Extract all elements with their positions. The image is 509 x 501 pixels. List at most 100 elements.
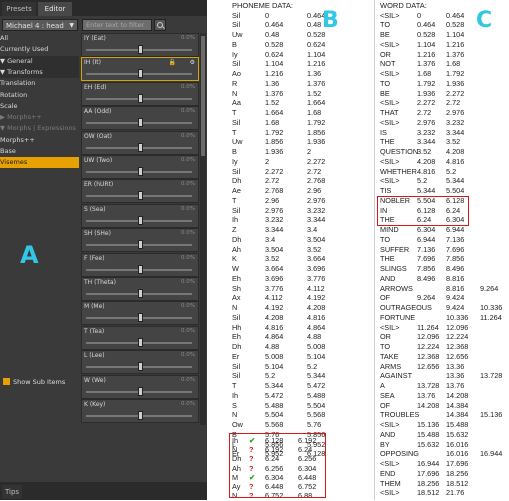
morph-slider[interactable]: AA (Odd) 0.0%	[81, 106, 199, 131]
gear-icon[interactable]: ⚙	[190, 59, 195, 66]
word-text: FORTUNE	[380, 312, 416, 322]
word-text: OF	[380, 293, 391, 303]
phoneme-row: Uw 1.856 1.936	[232, 137, 372, 147]
tab-tips[interactable]: Tips	[2, 485, 22, 499]
tab-presets[interactable]: Presets	[2, 2, 36, 16]
word-end: 9.424	[446, 293, 465, 303]
morph-value: 0.0%	[181, 108, 195, 115]
word-row: IS 3.232 3.344	[380, 128, 508, 138]
word-text: <SIL>	[380, 69, 400, 78]
filter-input[interactable]: Enter text to filter by	[82, 19, 152, 40]
morph-slider[interactable]: T (Tea) 0.0%	[81, 325, 199, 350]
slider-knob[interactable]	[138, 337, 143, 347]
slider-knob[interactable]	[138, 93, 143, 103]
morph-slider[interactable]: EH (Ed) 0.0%	[81, 81, 199, 106]
word-start: 3.52	[417, 147, 432, 156]
slider-knob[interactable]	[138, 142, 143, 152]
phoneme-start: 3.344	[265, 225, 284, 234]
morph-slider[interactable]: ER (hURt) 0.0%	[81, 179, 199, 204]
word-end: 14.208	[446, 390, 469, 400]
phoneme-code: Hh	[232, 322, 242, 332]
morph-slider[interactable]: OW (Oat) 0.0%	[81, 130, 199, 155]
word-text: SLINGS	[380, 264, 407, 273]
category-item[interactable]: Rotation	[0, 90, 79, 101]
slider-knob[interactable]	[138, 118, 143, 128]
category-item[interactable]: Translation	[0, 78, 79, 89]
show-sub-items-checkbox[interactable]: Show Sub Items	[3, 378, 65, 386]
search-icon[interactable]	[154, 19, 166, 31]
morph-slider[interactable]: S (Sea) 0.0%	[81, 203, 199, 228]
morph-label: ER (hURt)	[84, 181, 114, 189]
morph-slider[interactable]: W (We) 0.0%	[81, 374, 199, 399]
category-item[interactable]: ▶ Morphs++	[0, 112, 79, 123]
category-item[interactable]: ▼ General	[0, 55, 79, 67]
morph-slider[interactable]: L (Lee) 0.0%	[81, 350, 199, 375]
word-start: 1.216	[417, 49, 436, 59]
slider-knob[interactable]	[138, 45, 143, 54]
slider-knob[interactable]	[138, 362, 143, 372]
word-text: TO	[380, 78, 391, 88]
phoneme-end: 1.936	[307, 137, 326, 147]
phoneme-end: 1.376	[307, 78, 326, 88]
phoneme-row: Ih 3.232 3.344	[232, 215, 372, 225]
slider-knob[interactable]	[138, 240, 143, 250]
phoneme-code: Sil	[232, 205, 241, 215]
category-item[interactable]: Currently Used	[0, 44, 79, 55]
phoneme-end: 0.624	[307, 39, 326, 49]
morph-label: SH (SHe)	[84, 230, 111, 238]
morph-slider[interactable]: UW (Two) 0.0%	[81, 155, 199, 179]
phoneme-end: 4.88	[307, 332, 322, 342]
category-item[interactable]: All	[0, 33, 79, 44]
morph-slider[interactable]: F (Fee) 0.0%	[81, 252, 199, 277]
word-row: AND 8.496 8.816	[380, 274, 508, 284]
category-item[interactable]: Base	[0, 146, 79, 157]
word-row: <SIL> 2.272 2.72	[380, 98, 508, 108]
category-item[interactable]: Morphs++	[0, 135, 79, 146]
slider-knob[interactable]	[138, 191, 143, 201]
phoneme-row: Iy 2 2.272	[232, 157, 372, 167]
slider-knob[interactable]	[138, 69, 143, 79]
morph-slider[interactable]: TH (Theta) 0.0%	[81, 277, 199, 301]
phoneme-row: Sil 0.464 0.48	[232, 20, 372, 30]
word-text: ARROWS	[380, 283, 413, 293]
phoneme-end: 2.96	[307, 186, 322, 195]
slider-knob[interactable]	[138, 167, 143, 176]
slider-knob[interactable]	[138, 313, 143, 323]
word-end: 2.72	[446, 98, 461, 108]
tab-editor[interactable]: Editor	[38, 2, 72, 16]
slider-knob[interactable]	[138, 264, 143, 274]
phoneme-row: K 3.52 3.664	[232, 254, 372, 264]
slider-knob[interactable]	[138, 411, 143, 420]
figure-select[interactable]: Michael 4 : head ▼	[2, 19, 78, 31]
morph-slider[interactable]: IY (Eat) 0.0%	[81, 33, 199, 57]
morph-slider[interactable]: M (Me) 0.0%	[81, 301, 199, 326]
category-item[interactable]: ▼ Morphs | Expressions	[0, 123, 79, 134]
phoneme-row: N 4.192 4.208	[232, 303, 372, 313]
phoneme-start: 4.192	[265, 303, 284, 312]
category-item[interactable]: ▼ Transforms	[0, 66, 79, 78]
phoneme-code: N	[232, 410, 238, 420]
phoneme-start: 1.936	[265, 147, 284, 156]
word-start: 11.264	[417, 322, 439, 332]
lock-icon[interactable]: 🔓	[169, 59, 176, 66]
scrollbar-thumb[interactable]	[201, 36, 205, 156]
phoneme-code: Dh	[232, 342, 242, 351]
word-end: 5.2	[446, 166, 457, 176]
morph-slider[interactable]: IH (It)0.0%🔓⚙	[81, 57, 199, 82]
phoneme-row: Aa 1.52 1.664	[232, 98, 372, 108]
slider-knob[interactable]	[138, 386, 143, 396]
category-item[interactable]: Visemes	[0, 157, 79, 169]
phoneme-end: 1.104	[307, 49, 326, 59]
morph-slider[interactable]: K (Key) 0.0%	[81, 399, 199, 423]
morph-slider[interactable]: SH (SHe) 0.0%	[81, 228, 199, 253]
category-item[interactable]: Scale	[0, 101, 79, 112]
phoneme-row: Dh 4.88 5.008	[232, 342, 372, 352]
slider-knob[interactable]	[138, 289, 143, 298]
phoneme-start: 2.768	[265, 186, 284, 195]
word-end: 12.656	[446, 351, 469, 361]
word-start: 9.264	[417, 293, 436, 303]
phoneme-end: 1.856	[307, 127, 326, 137]
word-end: 0.528	[446, 20, 465, 30]
word-end: 6.944	[446, 225, 465, 234]
slider-knob[interactable]	[138, 215, 143, 225]
